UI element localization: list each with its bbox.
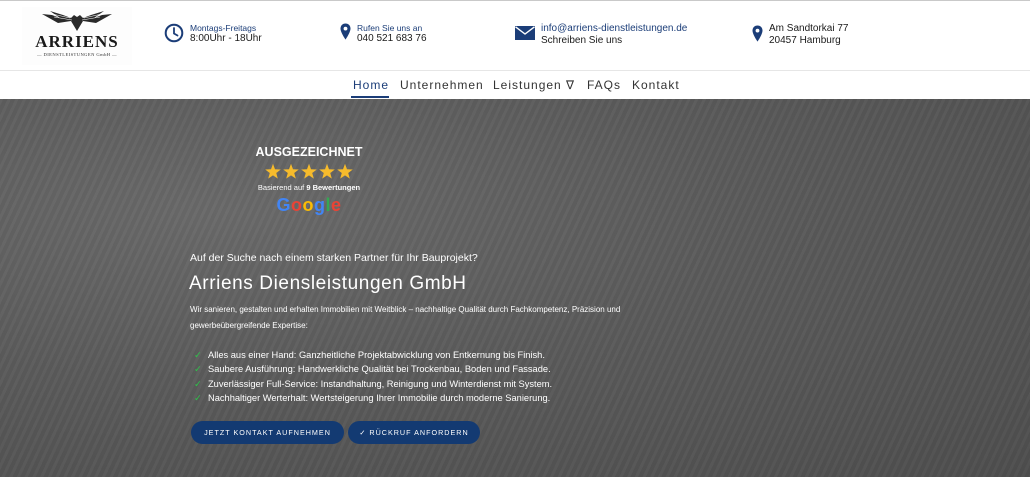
google-logo[interactable]: Google: [276, 195, 342, 216]
feature-item: ✓ Alles aus einer Hand: Ganzheitliche Pro…: [194, 348, 552, 362]
email-label: Schreiben Sie uns: [541, 35, 623, 46]
hero-description: Wir sanieren, gestalten und erhalten Imm…: [190, 305, 621, 330]
rating-stars: [265, 163, 353, 179]
feature-list: ✓ Alles aus einer Hand: Ganzheitliche Pro…: [194, 348, 552, 405]
phone-number[interactable]: 040 521 683 76: [357, 33, 427, 45]
logo-subtitle: — DIENSTLEISTUNGEN GmbH —: [36, 52, 118, 57]
check-icon: ✓: [194, 364, 202, 375]
email-info[interactable]: info@arriens-dienstleistungen.de Schreib…: [515, 23, 687, 47]
nav-item-home[interactable]: Home: [353, 78, 389, 92]
callback-cta-button[interactable]: ✓ RÜCKRUF ANFORDERN: [348, 421, 480, 444]
contact-cta-button[interactable]: JETZT KONTAKT AUFNEHMEN: [191, 421, 344, 444]
location-pin-icon: [340, 23, 351, 40]
hero-tagline: Auf der Suche nach einem starken Partner…: [190, 252, 478, 264]
envelope-icon: [515, 26, 535, 40]
location-pin-icon: [752, 25, 763, 42]
hours-info: Montags-Freitags 8:00Uhr - 18Uhr: [164, 23, 262, 45]
feature-item: ✓ Saubere Ausführung: Handwerkliche Quali…: [194, 362, 552, 376]
nav-item-unternehmen[interactable]: Unternehmen: [400, 78, 484, 92]
address-city: 20457 Hamburg: [769, 35, 841, 46]
address-info: Am Sandtorkai 77 20457 Hamburg: [752, 23, 849, 47]
nav-item-kontakt[interactable]: Kontakt: [632, 78, 680, 92]
feature-item: ✓ Nachhaltiger Werterhalt: Wertsteigerung…: [194, 391, 552, 405]
hero-section: AUSGEZEICHNET Basierend auf 9 Bewertunge…: [0, 99, 1030, 477]
check-icon: ✓: [194, 392, 202, 403]
award-title: AUSGEZEICHNET: [255, 145, 363, 159]
star-icon: [283, 163, 299, 179]
hero-headline: Arriens Diensleistungen GmbH: [189, 273, 467, 294]
phone-info[interactable]: Rufen Sie uns an 040 521 683 76: [340, 23, 427, 45]
star-icon: [265, 163, 281, 179]
company-logo[interactable]: ARRIENS — DIENSTLEISTUNGEN GmbH —: [22, 7, 132, 65]
award-basis: Basierend auf 9 Bewertungen: [257, 183, 361, 192]
nav-active-indicator: [351, 96, 389, 98]
email-address[interactable]: info@arriens-dienstleistungen.de: [541, 23, 687, 35]
main-navigation: Home Unternehmen Leistungen ∇ FAQs Konta…: [0, 71, 1030, 99]
page-bottom-strip: [0, 477, 1030, 496]
top-bar: ARRIENS — DIENSTLEISTUNGEN GmbH — Montag…: [0, 0, 1030, 71]
hours-value: 8:00Uhr - 18Uhr: [190, 33, 262, 44]
check-icon: ✓: [194, 378, 202, 389]
clock-icon: [164, 23, 184, 43]
star-icon: [301, 163, 317, 179]
feature-item: ✓ Zuverlässiger Full-Service: Instandhalt…: [194, 377, 552, 391]
hours-label: Montags-Freitags: [190, 23, 257, 33]
eagle-logo-icon: [42, 11, 112, 31]
address-street: Am Sandtorkai 77: [769, 23, 849, 34]
nav-item-faqs[interactable]: FAQs: [587, 78, 621, 92]
star-icon: [319, 163, 335, 179]
logo-name: ARRIENS: [35, 32, 119, 51]
phone-label: Rufen Sie uns an: [357, 23, 423, 33]
star-icon: [337, 163, 353, 179]
check-icon: ✓: [194, 350, 202, 360]
nav-item-leistungen[interactable]: Leistungen ∇: [493, 78, 575, 92]
